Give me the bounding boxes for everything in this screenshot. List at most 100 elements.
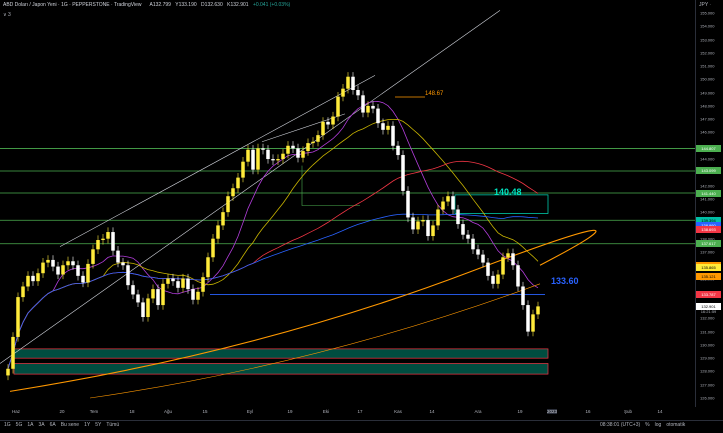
price-axis[interactable]: 155.000 154.000 153.000 152.000 151.000 150.0… — [695, 0, 723, 407]
candle-body — [446, 196, 450, 202]
timeframe-button[interactable]: Tümü — [106, 422, 119, 428]
candle-body — [506, 253, 510, 258]
candle-body — [131, 285, 135, 295]
candle-body — [291, 145, 295, 149]
price-tick: 128.000 — [700, 368, 715, 374]
candle-body — [321, 121, 325, 136]
candle-body — [451, 196, 455, 210]
candle-body — [281, 153, 285, 160]
ohlc-change: +0.041 (+0.03%) — [252, 2, 291, 8]
timeframe-button[interactable]: Bu sene — [61, 422, 79, 428]
candle-body — [6, 368, 10, 376]
price-tick: 154.000 — [700, 23, 715, 29]
chart-area[interactable] — [0, 0, 695, 420]
ohlc-high: Y133.190 — [175, 2, 197, 8]
candle-body — [26, 275, 30, 287]
price-chart[interactable] — [0, 0, 695, 420]
candle-body — [456, 209, 460, 225]
candle-body — [236, 177, 240, 189]
candle-body — [521, 286, 525, 306]
candle-body — [56, 266, 60, 275]
candle-body — [81, 275, 85, 283]
price-tick: 149.000 — [700, 90, 715, 96]
candle-body — [526, 305, 530, 332]
price-tick: 137.000 — [700, 249, 715, 255]
price-tick: 142.000 — [700, 183, 715, 189]
timeframe-button[interactable]: 6A — [50, 422, 56, 428]
bracket-line — [301, 165, 360, 206]
candle-body — [306, 143, 310, 152]
candle-body — [351, 76, 355, 90]
candle-body — [471, 238, 475, 250]
timeframe-button[interactable]: 1G — [4, 422, 11, 428]
candle-body — [336, 96, 340, 117]
price-label: 135.121 — [696, 273, 721, 281]
candle-body — [141, 302, 145, 318]
candle-body — [381, 123, 385, 130]
timeframe-button[interactable]: 1A — [27, 422, 33, 428]
candle-body — [201, 277, 205, 292]
zone-lower — [13, 363, 549, 375]
candle-body — [441, 201, 445, 210]
clock[interactable]: 08:38:01 (UTC+3) — [600, 422, 640, 428]
indicator-toggle[interactable]: ∨ 3 — [3, 12, 11, 18]
log-toggle[interactable]: log — [655, 422, 662, 428]
annotation-133-60[interactable]: 133.60 — [551, 276, 579, 286]
annotation-148-67[interactable]: 148.67 — [425, 91, 443, 97]
candle-body — [406, 190, 410, 218]
candle-body — [461, 224, 465, 235]
candle-body — [156, 289, 160, 306]
price-tick: 130.000 — [700, 342, 715, 348]
time-tick: 18 — [129, 409, 135, 414]
price-tick: 129.000 — [700, 355, 715, 361]
candle-body — [486, 262, 490, 276]
candle-body — [496, 274, 500, 284]
timeframe-button[interactable]: 3A — [38, 422, 44, 428]
candle-body — [136, 294, 140, 303]
price-tick: 151.000 — [700, 63, 715, 69]
time-tick: Kas — [394, 409, 402, 414]
annotation-140-48[interactable]: 140.48 — [494, 187, 522, 197]
price-label: 138.693 — [696, 225, 721, 233]
candle-body — [491, 275, 495, 284]
time-tick: 20 — [59, 409, 65, 414]
ohlc-close: K132.901 — [227, 2, 249, 8]
time-tick: Tem — [89, 409, 99, 414]
candle-body — [31, 275, 35, 282]
candle-body — [11, 336, 15, 369]
price-tick: 131.000 — [700, 329, 715, 335]
candle-body — [51, 259, 55, 267]
price-label: 141.440 — [696, 189, 721, 197]
price-tick: 132.000 — [700, 315, 715, 321]
price-tick: 155.000 — [700, 10, 715, 16]
candle-body — [241, 161, 245, 178]
candle-body — [86, 263, 90, 283]
time-tick: 16 — [585, 409, 591, 414]
candle-body — [436, 209, 440, 226]
candle-body — [416, 221, 420, 230]
price-tick: 144.000 — [700, 156, 715, 162]
candle-body — [71, 261, 75, 266]
timeframe-button[interactable]: 5Y — [95, 422, 101, 428]
candle-body — [116, 250, 120, 263]
price-label: 137.617 — [696, 240, 721, 248]
ohlc-values: A132.799 Y133.190 D132.630 K132.901 +0.0… — [150, 2, 294, 8]
price-label: 135.865 — [696, 263, 721, 271]
candle-body — [36, 273, 40, 282]
currency-label[interactable]: JPY ∙ — [699, 2, 711, 8]
timeframe-button[interactable]: 1Y — [84, 422, 90, 428]
price-label: 133.787 — [696, 291, 721, 299]
symbol-title[interactable]: ABD Doları / Japon Yeni · 1G · PEPPERSTO… — [3, 2, 142, 8]
bottom-right-tools: 08:38:01 (UTC+3) % log otomatik — [600, 422, 685, 428]
percent-toggle[interactable]: % — [645, 422, 649, 428]
time-tick: Eyl — [246, 409, 254, 414]
candle-body — [386, 125, 390, 130]
price-tick: 152.000 — [700, 50, 715, 56]
moving-average-100 — [7, 213, 539, 369]
auto-toggle[interactable]: otomatik — [666, 422, 685, 428]
price-tick: 127.000 — [700, 382, 715, 388]
time-tick: 14 — [657, 409, 663, 414]
timeframe-button[interactable]: 5G — [16, 422, 23, 428]
trend-line-short — [59, 75, 376, 247]
candle-body — [301, 151, 305, 158]
